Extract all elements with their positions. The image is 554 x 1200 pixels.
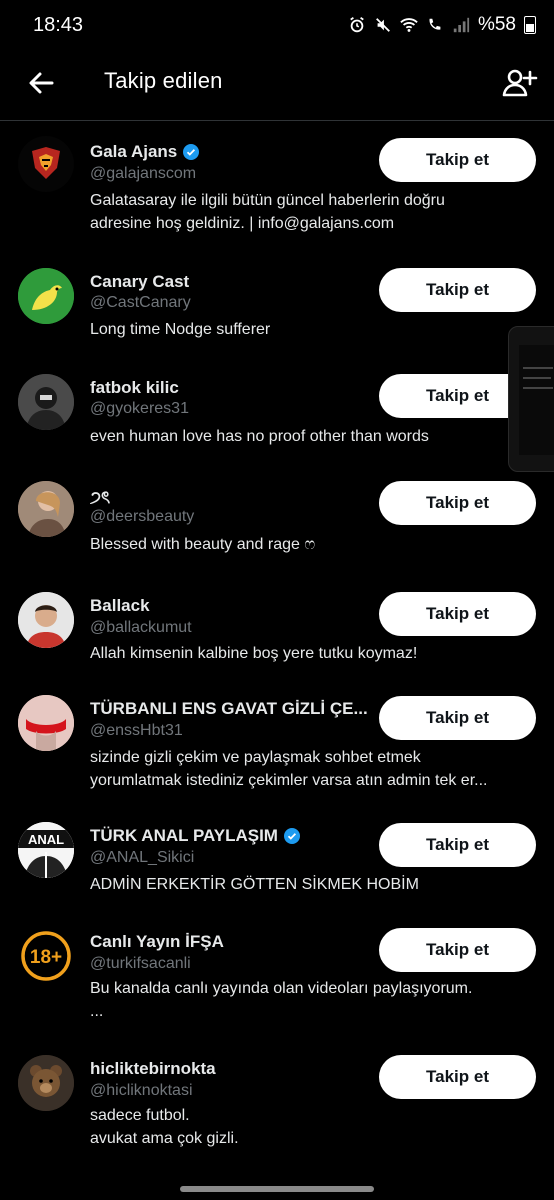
battery-level: %58 [477, 14, 516, 35]
preview-line [523, 367, 553, 369]
status-bar: 18:43 %58 [0, 0, 554, 52]
canary-bird-icon [18, 268, 74, 324]
user-name[interactable]: TÜRK ANAL PAYLAŞIM [90, 826, 300, 846]
user-name[interactable]: TÜRBANLI ENS GAVAT GİZLİ ÇE... [90, 699, 368, 719]
avatar[interactable] [18, 592, 74, 648]
lion-logo-icon [18, 136, 74, 192]
verified-badge-icon [283, 828, 300, 844]
follow-button[interactable]: Takip et [379, 1055, 536, 1099]
user-name[interactable]: fatbok kilic [90, 378, 179, 398]
preview-content [519, 345, 554, 455]
user-name[interactable]: Canlı Yayın İFŞA [90, 932, 224, 952]
svg-text:18+: 18+ [30, 947, 62, 968]
user-name[interactable]: hicliktebirnokta [90, 1059, 216, 1079]
user-name[interactable]: Gala Ajans [90, 142, 200, 162]
avatar[interactable] [18, 481, 74, 537]
preview-line [523, 387, 553, 389]
user-bio: Allah kimsenin kalbine boş yere tutku ko… [90, 645, 418, 662]
user-handle: @gyokeres31 [90, 400, 189, 417]
add-user-icon[interactable] [500, 64, 538, 102]
user-handle: @CastCanary [90, 294, 191, 311]
follow-button[interactable]: Takip et [379, 138, 536, 182]
mute-icon [376, 18, 390, 32]
top-app-bar: Takip edilen [0, 52, 554, 118]
person-photo-icon [18, 481, 74, 537]
follow-button[interactable]: Takip et [379, 268, 536, 312]
user-handle: @hicliknoktasi [90, 1082, 193, 1099]
bear-photo-icon [18, 1055, 74, 1111]
home-indicator[interactable] [180, 1186, 374, 1192]
header-divider [0, 120, 554, 121]
user-name[interactable]: Ballack [90, 596, 150, 616]
follow-button[interactable]: Takip et [379, 928, 536, 972]
user-handle: @ANAL_Sikici [90, 849, 195, 866]
wifi-call-icon [429, 18, 441, 30]
user-handle: @ballackumut [90, 619, 192, 636]
status-icons: %58 [348, 14, 536, 36]
alarm-icon [350, 17, 364, 33]
user-bio: sizinde gizli çekim ve paylaşmak sohbet … [90, 749, 488, 789]
follow-button[interactable]: Takip et [379, 592, 536, 636]
avatar[interactable]: 18+ [18, 928, 74, 984]
follow-button[interactable]: Takip et [379, 696, 536, 740]
age-18-plus-icon: 18+ [18, 928, 74, 984]
avatar[interactable] [18, 1055, 74, 1111]
user-bio: Galatasaray ile ilgili bütün güncel habe… [90, 192, 445, 232]
user-bio: Blessed with beauty and rage ෆ [90, 536, 316, 553]
user-bio: ADMİN ERKEKTİR GÖTTEN SİKMEK HOBİM [90, 876, 419, 893]
verified-badge-icon [183, 144, 200, 160]
person-photo-icon [18, 592, 74, 648]
person-photo-icon [18, 695, 74, 751]
avatar[interactable] [18, 374, 74, 430]
user-handle: @deersbeauty [90, 508, 195, 525]
page-title: Takip edilen [104, 68, 223, 93]
text-logo-icon: ANAL [18, 822, 74, 878]
avatar[interactable] [18, 695, 74, 751]
user-handle: @enssHbt31 [90, 722, 183, 739]
screenshot-preview-thumbnail[interactable] [508, 326, 554, 472]
user-bio: Bu kanalda canlı yayında olan videoları … [90, 980, 473, 1020]
avatar[interactable]: ANAL [18, 822, 74, 878]
battery-icon [524, 16, 536, 34]
svg-text:ANAL: ANAL [28, 832, 64, 847]
user-handle: @turkifsacanli [90, 955, 191, 972]
avatar[interactable] [18, 136, 74, 192]
user-bio: sadece futbol. avukat ama çok gizli. [90, 1107, 239, 1147]
user-name[interactable]: Canary Cast [90, 272, 189, 292]
back-arrow-icon[interactable] [24, 66, 58, 100]
avatar[interactable] [18, 268, 74, 324]
preview-line [523, 377, 551, 379]
signal-icon [453, 17, 470, 33]
user-bio: even human love has no proof other than … [90, 428, 429, 445]
follow-button[interactable]: Takip et [379, 481, 536, 525]
status-time: 18:43 [33, 14, 84, 36]
user-bio: Long time Nodge sufferer [90, 321, 271, 338]
wifi-icon [400, 18, 418, 32]
person-photo-icon [18, 374, 74, 430]
follow-button[interactable]: Takip et [379, 823, 536, 867]
user-handle: @galajanscom [90, 165, 197, 182]
